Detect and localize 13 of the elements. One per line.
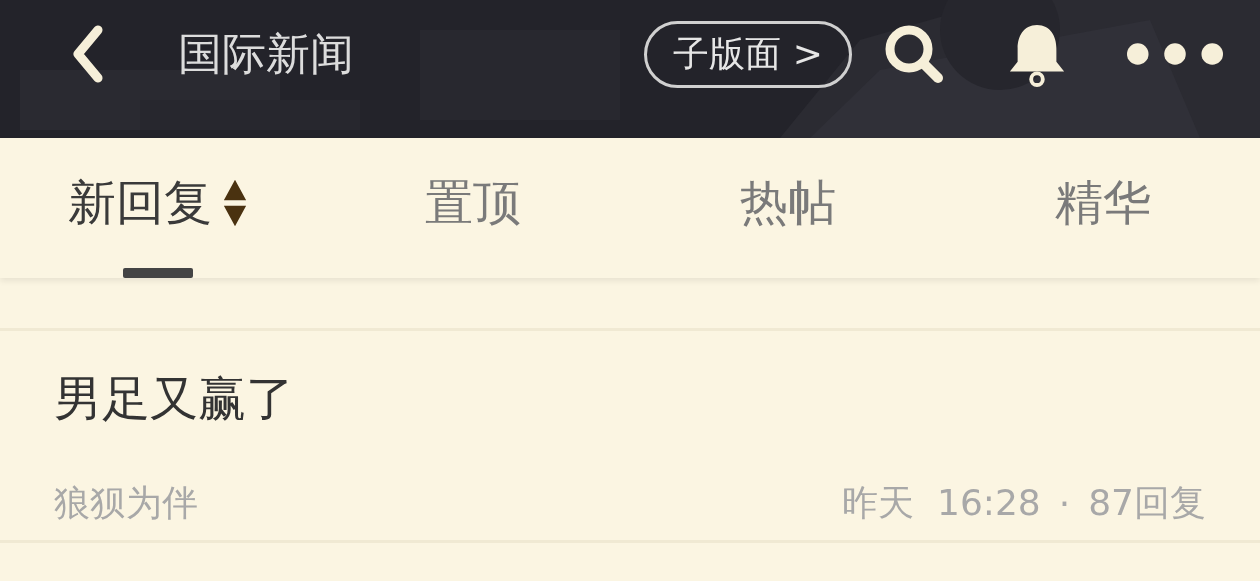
- post-title[interactable]: 男足又赢了: [54, 367, 1206, 431]
- reply-count: 87回复: [1088, 481, 1206, 525]
- author-name: 狼狈为伴: [54, 481, 198, 525]
- tab[interactable]: 精华: [1054, 171, 1151, 235]
- separator: ·: [1058, 483, 1071, 524]
- tab[interactable]: 新回复: [67, 171, 212, 235]
- more-icon[interactable]: [1126, 42, 1224, 66]
- tab-indicator: [122, 268, 193, 278]
- tab[interactable]: 热帖: [739, 171, 836, 235]
- post-time: 昨天 16:28: [842, 481, 1041, 525]
- subforum-button[interactable]: 子版面 >: [644, 20, 852, 88]
- page-title: 国际新闻: [178, 26, 354, 81]
- tab[interactable]: 置顶: [424, 171, 521, 235]
